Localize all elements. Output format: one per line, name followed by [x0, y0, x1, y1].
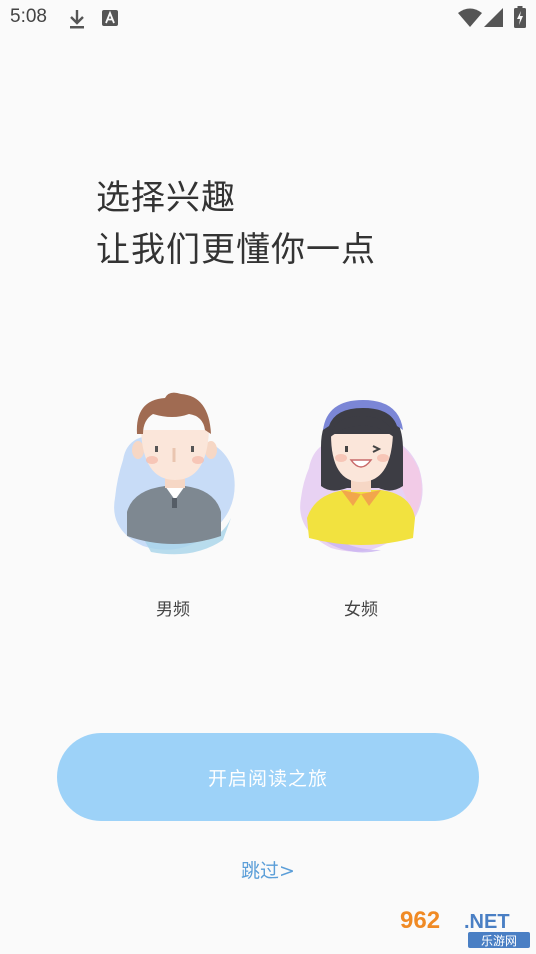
skip-link[interactable]: 跳过> — [0, 856, 536, 883]
a-notification-icon — [102, 10, 118, 30]
title-line-1: 选择兴趣 — [96, 178, 236, 218]
female-avatar-icon — [300, 400, 423, 553]
download-icon — [68, 8, 86, 34]
svg-text:.NET: .NET — [464, 911, 510, 933]
watermark-logo: 962 .NET 乐游网 — [396, 904, 532, 950]
title-line-2: 让我们更懂你一点 — [96, 230, 376, 270]
battery-charging-icon — [514, 6, 526, 32]
page-title: 选择兴趣 让我们更懂你一点 — [96, 172, 376, 276]
svg-text:962: 962 — [400, 907, 440, 934]
status-bar: 5:08 — [0, 0, 536, 36]
status-time: 5:08 — [10, 6, 47, 27]
signal-icon — [484, 8, 504, 32]
male-option-label: 男频 — [156, 600, 190, 620]
female-option-label: 女频 — [344, 600, 378, 620]
male-avatar-icon — [114, 392, 235, 555]
start-reading-button[interactable]: 开启阅读之旅 — [57, 733, 479, 821]
female-option[interactable]: 女频 — [291, 390, 431, 620]
svg-text:乐游网: 乐游网 — [481, 934, 517, 948]
wifi-icon — [458, 8, 482, 32]
male-option[interactable]: 男频 — [103, 390, 243, 620]
